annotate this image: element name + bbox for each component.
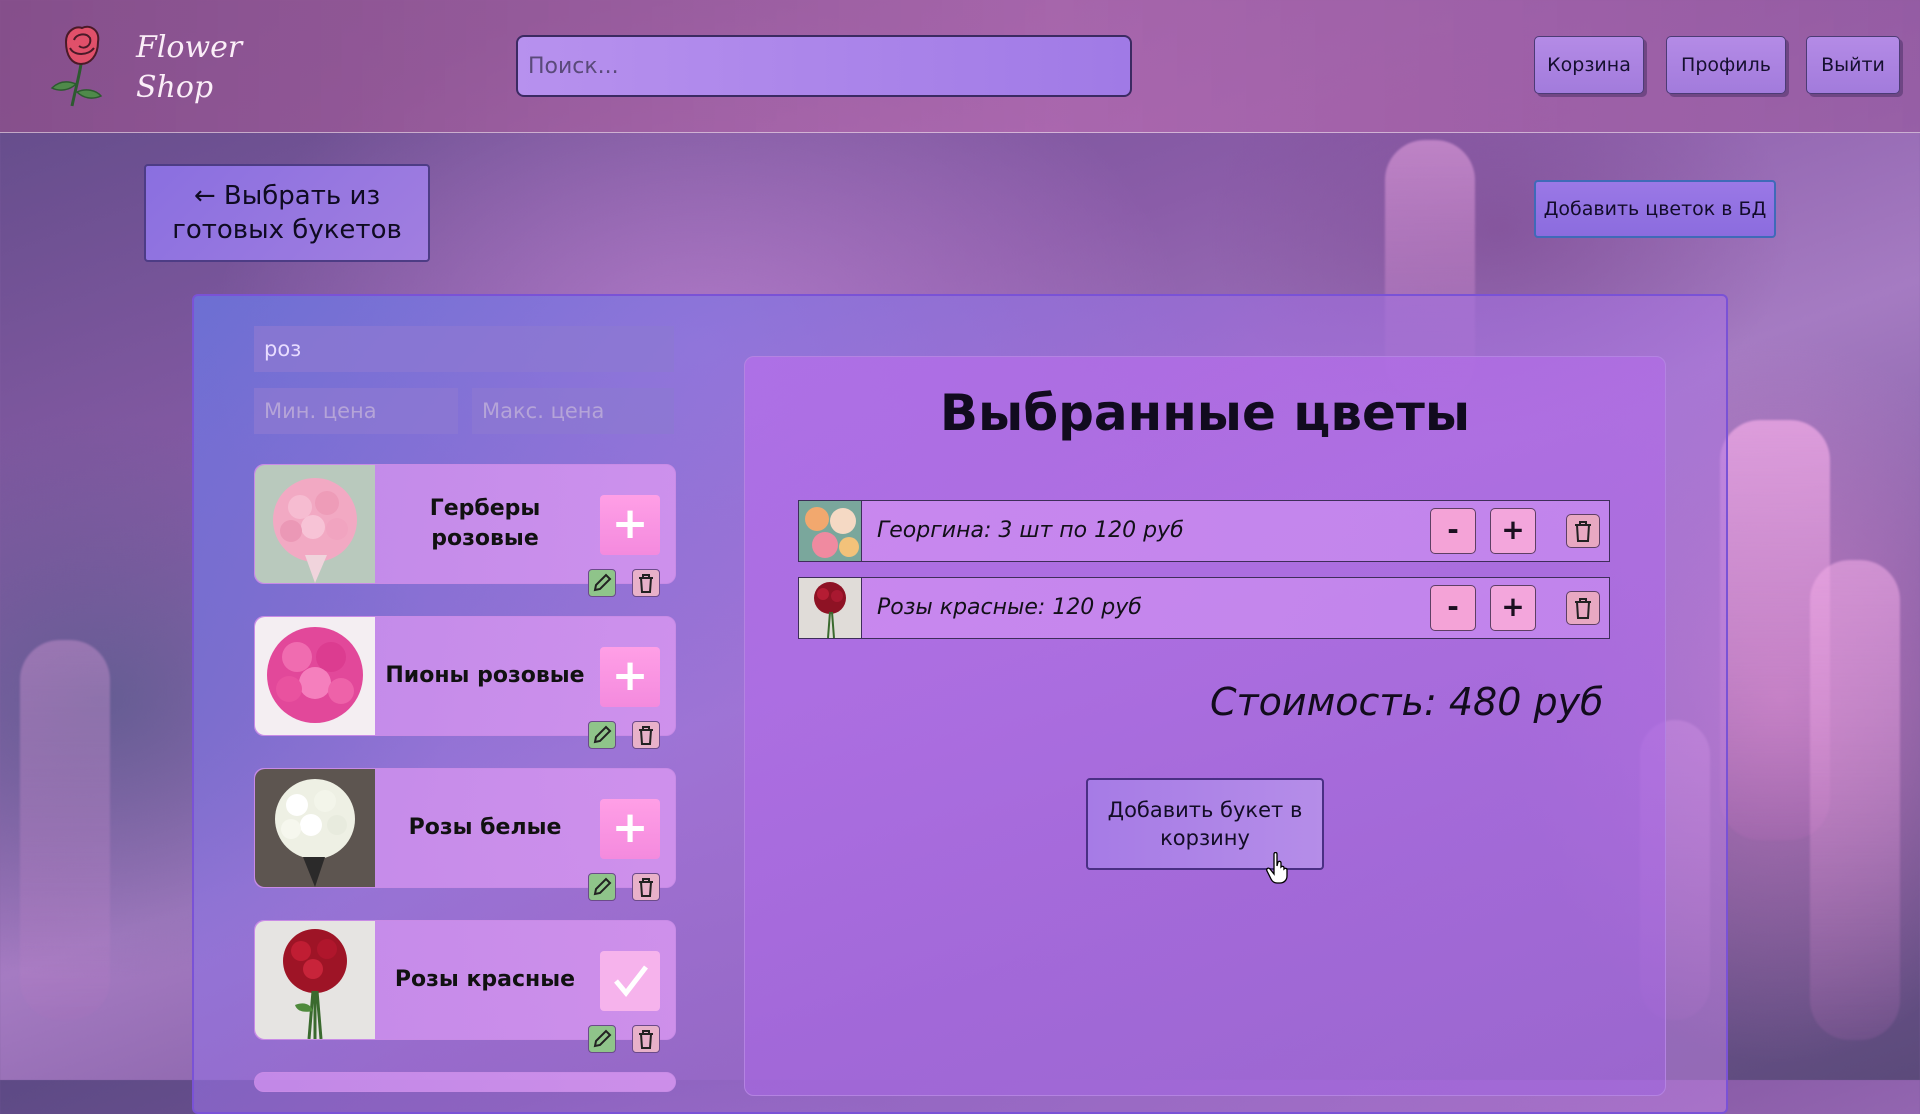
edit-flower-button[interactable] — [588, 721, 616, 749]
flower-card: Пионы розовые + — [254, 616, 676, 749]
red-rose-image — [799, 578, 862, 638]
add-flower-button[interactable]: + — [600, 495, 660, 555]
remove-item-button[interactable] — [1566, 514, 1600, 548]
roses-white-image — [255, 769, 375, 887]
bouquet-cost: Стоимость: 480 руб — [1210, 680, 1604, 724]
trash-icon — [1575, 521, 1591, 542]
check-icon — [614, 965, 648, 997]
trash-icon — [639, 574, 653, 593]
decrease-quantity-button[interactable]: - — [1430, 585, 1476, 631]
delete-flower-button[interactable] — [632, 873, 660, 901]
selected-flowers-panel — [744, 356, 1666, 1096]
increase-quantity-button[interactable]: + — [1490, 508, 1536, 554]
flower-selected-button[interactable] — [600, 951, 660, 1011]
increase-quantity-button[interactable]: + — [1490, 585, 1536, 631]
delete-flower-button[interactable] — [632, 1025, 660, 1053]
selected-item-text: Розы красные: 120 руб — [877, 595, 1142, 620]
flower-card: Розы красные — [254, 920, 676, 1053]
peony-pink-image — [255, 617, 375, 735]
pencil-icon — [593, 1029, 612, 1048]
choose-ready-bouquets-button[interactable]: ← Выбрать из готовых букетов — [144, 164, 430, 262]
selected-item-text: Георгина: 3 шт по 120 руб — [877, 518, 1184, 543]
selected-item-row: Георгина: 3 шт по 120 руб - + — [798, 500, 1610, 562]
plus-icon: + — [611, 650, 649, 701]
flower-name-filter-input[interactable] — [254, 326, 674, 372]
max-price-input[interactable] — [472, 388, 674, 434]
edit-flower-button[interactable] — [588, 873, 616, 901]
pencil-icon — [593, 877, 612, 896]
flower-card-name: Герберы розовые — [429, 496, 541, 551]
add-flower-to-db-button[interactable]: Добавить цветок в БД — [1534, 180, 1776, 238]
edit-flower-button[interactable] — [588, 1025, 616, 1053]
delete-flower-button[interactable] — [632, 569, 660, 597]
flower-card-name: Розы красные — [394, 967, 576, 992]
decrease-quantity-button[interactable]: - — [1430, 508, 1476, 554]
trash-icon — [1575, 598, 1591, 619]
dahlia-image — [799, 501, 862, 561]
cart-button[interactable]: Корзина — [1534, 36, 1644, 94]
logout-button[interactable]: Выйти — [1806, 36, 1900, 94]
plus-icon: + — [611, 802, 649, 853]
search-input[interactable] — [516, 35, 1132, 97]
edit-flower-button[interactable] — [588, 569, 616, 597]
add-flower-button[interactable]: + — [600, 647, 660, 707]
pencil-icon — [593, 573, 612, 592]
remove-item-button[interactable] — [1566, 591, 1600, 625]
pencil-icon — [593, 725, 612, 744]
gerbera-pink-image — [255, 465, 375, 583]
add-to-cart-line2: корзину — [1160, 826, 1250, 850]
add-to-cart-line1: Добавить букет в — [1107, 798, 1303, 822]
top-header: Flower Shop Корзина Профиль Выйти — [0, 0, 1920, 133]
logo-text-line1: Flower — [136, 30, 243, 65]
flower-card-name: Розы белые — [408, 815, 562, 840]
trash-icon — [639, 726, 653, 745]
add-flower-button[interactable]: + — [600, 799, 660, 859]
flower-card-name: Пионы розовые — [385, 663, 585, 688]
back-button-line2: готовых букетов — [172, 215, 402, 245]
flower-card-partial — [254, 1072, 676, 1092]
rose-logo-icon[interactable] — [46, 22, 116, 112]
roses-red-image — [255, 921, 375, 1039]
logo-text-line2: Shop — [136, 70, 214, 105]
plus-icon: + — [611, 498, 649, 549]
profile-button[interactable]: Профиль — [1666, 36, 1786, 94]
flower-card: Герберы розовые + — [254, 464, 676, 597]
back-button-line1: ← Выбрать из — [193, 181, 381, 211]
trash-icon — [639, 1030, 653, 1049]
min-price-input[interactable] — [254, 388, 458, 434]
selected-item-row: Розы красные: 120 руб - + — [798, 577, 1610, 639]
delete-flower-button[interactable] — [632, 721, 660, 749]
flower-card: Розы белые + — [254, 768, 676, 901]
hand-cursor-icon — [1266, 852, 1288, 884]
selected-flowers-title: Выбранные цветы — [939, 384, 1471, 442]
logo-text[interactable]: Flower Shop — [136, 28, 242, 108]
trash-icon — [639, 878, 653, 897]
